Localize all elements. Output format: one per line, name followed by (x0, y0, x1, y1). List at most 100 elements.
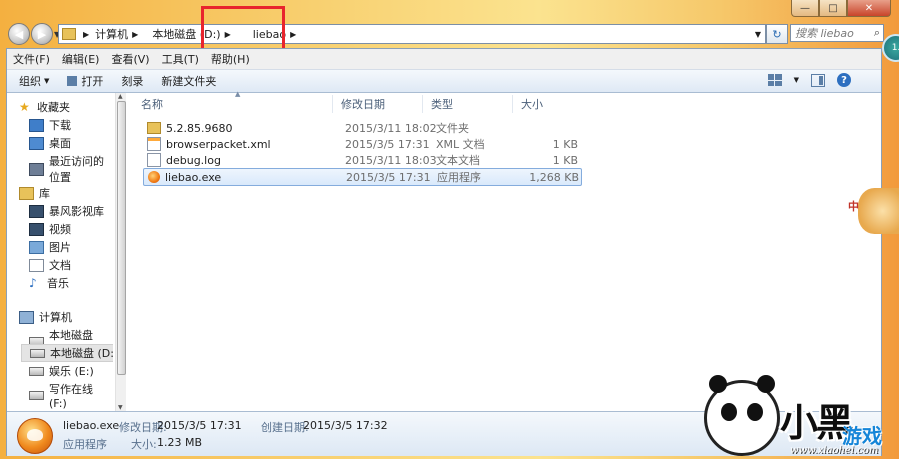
change-view-icon[interactable] (767, 74, 782, 86)
sidebar-item-pictures[interactable]: 图片 (29, 239, 71, 255)
burn-button[interactable]: 刻录 (121, 73, 143, 89)
panda-mascot-logo (704, 375, 780, 456)
file-date: 2015/3/11 18:02 (345, 121, 437, 135)
drive-icon (29, 366, 44, 376)
library-icon (19, 186, 34, 200)
favorites-group[interactable]: ★ 收藏夹 (19, 99, 70, 115)
menu-edit[interactable]: 编辑(E) (62, 51, 100, 67)
sidebar-item-baofeng[interactable]: 暴风影视库 (29, 203, 104, 219)
file-row[interactable]: 5.2.85.9680 2015/3/11 18:02 文件夹 (143, 120, 580, 136)
new-folder-button[interactable]: 新建文件夹 (161, 73, 216, 89)
file-date: 2015/3/5 17:31 (346, 170, 431, 184)
column-header-type[interactable]: 类型 (423, 95, 513, 113)
breadcrumb-computer[interactable]: 计算机 ▶ (91, 26, 148, 42)
red-highlight-box (201, 6, 285, 54)
address-history-dropdown-icon[interactable]: ▼ (755, 30, 765, 39)
side-decoration-text: 中 (848, 200, 859, 213)
desktop-icon (29, 136, 44, 150)
computer-icon (19, 310, 34, 324)
file-type: XML 文档 (436, 138, 485, 151)
downloads-icon (29, 118, 44, 132)
menu-file[interactable]: 文件(F) (13, 51, 50, 67)
details-created-value: 2015/3/5 17:32 (303, 419, 388, 432)
file-size: 1 KB (552, 153, 578, 167)
navigation-buttons: ◀ ▶ ▼ (8, 23, 64, 45)
watermark-url: www.xiaohei.com (790, 445, 879, 456)
minimize-button[interactable]: — (791, 0, 819, 17)
folder-icon (147, 122, 161, 134)
liebao-app-icon (148, 171, 160, 183)
file-name: debug.log (166, 153, 221, 167)
command-bar: 组织 ▼ 打开 刻录 新建文件夹 ▼ ? (7, 70, 881, 93)
scroll-down-icon[interactable]: ▼ (118, 404, 123, 411)
documents-icon (29, 258, 44, 272)
file-date: 2015/3/11 18:03 (345, 153, 437, 167)
sidebar-item-drive-d[interactable]: 本地磁盘 (D:) (21, 344, 113, 362)
search-placeholder: 搜索 liebao (795, 27, 854, 40)
open-button[interactable]: 打开 (67, 73, 103, 89)
side-decoration (858, 188, 899, 234)
file-type: 文件夹 (436, 122, 469, 135)
menu-view[interactable]: 查看(V) (111, 51, 149, 67)
top-badge: 1. (882, 34, 899, 62)
refresh-button[interactable]: ↻ (766, 24, 788, 44)
help-icon[interactable]: ? (837, 73, 851, 87)
preview-pane-icon[interactable] (811, 73, 825, 87)
breadcrumb-separator-icon[interactable]: ▶ (83, 30, 89, 39)
details-file-type: 应用程序 (63, 438, 107, 451)
dropdown-arrow-icon: ▼ (44, 77, 50, 85)
file-row-selected[interactable]: liebao.exe 2015/3/5 17:31 应用程序 1,268 KB (143, 168, 582, 186)
sidebar-item-documents[interactable]: 文档 (29, 257, 71, 273)
details-modified-value: 2015/3/5 17:31 (157, 419, 242, 432)
view-dropdown-icon[interactable]: ▼ (794, 76, 799, 84)
music-icon: ♪ (29, 275, 37, 290)
search-input[interactable]: 搜索 liebao ⌕ (790, 24, 884, 42)
column-header-size[interactable]: 大小 (513, 95, 583, 113)
file-name: liebao.exe (165, 170, 222, 184)
forward-button[interactable]: ▶ (31, 23, 53, 45)
menu-tools[interactable]: 工具(T) (162, 51, 199, 67)
column-header-name[interactable]: 名称 (133, 95, 333, 113)
star-icon: ★ (19, 99, 30, 114)
scrollbar-thumb[interactable] (117, 101, 126, 375)
title-bar: — □ ✕ ◀ ▶ ▼ ▶ 计算机▶ 本地磁盘 (D:)▶ liebao▶ ▼ … (0, 0, 899, 54)
drive-icon (29, 391, 44, 400)
computer-group[interactable]: 计算机 (19, 309, 72, 325)
close-button[interactable]: ✕ (847, 0, 891, 17)
folder-icon (62, 28, 76, 40)
sidebar-scrollbar[interactable]: ▲ ▼ (115, 93, 126, 411)
file-list: ▲ 名称 修改日期 类型 大小 5.2.85.9680 2015/3/11 18… (131, 90, 881, 411)
details-created-label: 创建日期: (261, 421, 309, 434)
menu-help[interactable]: 帮助(H) (211, 51, 250, 67)
sidebar-item-drive-e[interactable]: 娱乐 (E:) (29, 363, 94, 379)
file-size: 1,268 KB (529, 170, 579, 184)
file-row[interactable]: browserpacket.xml 2015/3/5 17:31 XML 文档 … (143, 136, 580, 152)
sidebar-item-downloads[interactable]: 下载 (29, 117, 71, 133)
sidebar-item-recent[interactable]: 最近访问的位置 (29, 153, 113, 185)
back-button[interactable]: ◀ (8, 23, 30, 45)
sidebar-item-music[interactable]: ♪ 音乐 (29, 275, 69, 291)
address-bar[interactable]: ▶ 计算机 ▶ 本地磁盘 (D:) ▶ liebao ▶ ▼ (58, 24, 766, 44)
window-controls: — □ ✕ (791, 0, 891, 17)
liebao-app-large-icon (17, 418, 53, 454)
organize-button[interactable]: 组织 ▼ (19, 73, 49, 89)
sidebar-item-desktop[interactable]: 桌面 (29, 135, 71, 151)
app-small-icon (67, 76, 78, 86)
search-icon[interactable]: ⌕ (874, 26, 880, 40)
video-icon (29, 222, 44, 236)
file-row[interactable]: debug.log 2015/3/11 18:03 文本文档 1 KB (143, 152, 580, 168)
sidebar-item-drive-f[interactable]: 写作在线 (F:) (29, 381, 113, 410)
libraries-group[interactable]: 库 (19, 185, 50, 201)
xml-file-icon (147, 137, 161, 151)
scroll-up-icon[interactable]: ▲ (118, 93, 123, 100)
navigation-pane: ★ 收藏夹 下载 桌面 最近访问的位置 库 暴风影视库 视频 图片 文档 ♪ 音乐 … (7, 93, 113, 411)
column-header-modified[interactable]: 修改日期 (333, 95, 423, 113)
details-size-value: 1.23 MB (157, 436, 203, 449)
maximize-button[interactable]: □ (819, 0, 847, 17)
file-name: browserpacket.xml (166, 137, 271, 151)
sidebar-item-videos[interactable]: 视频 (29, 221, 71, 237)
media-library-icon (29, 204, 44, 218)
file-size: 1 KB (552, 137, 578, 151)
file-type: 文本文档 (436, 154, 480, 167)
file-type: 应用程序 (437, 171, 481, 184)
